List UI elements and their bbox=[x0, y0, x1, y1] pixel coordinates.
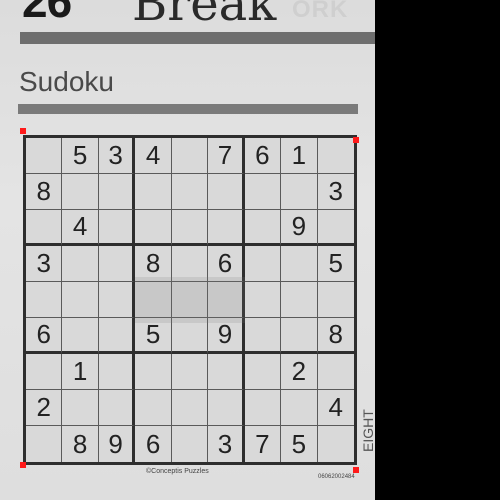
sudoku-cell: 6 bbox=[208, 246, 245, 282]
sudoku-cell bbox=[171, 354, 209, 390]
sudoku-cell: 6 bbox=[135, 426, 172, 462]
sudoku-cell bbox=[244, 210, 282, 246]
sudoku-cell bbox=[208, 390, 245, 426]
sudoku-cell bbox=[98, 354, 136, 390]
sudoku-cell bbox=[135, 210, 172, 246]
sudoku-cell: 8 bbox=[26, 174, 63, 210]
sudoku-cell bbox=[244, 282, 282, 318]
sudoku-cell: 9 bbox=[99, 426, 136, 462]
sudoku-cell: 5 bbox=[62, 138, 99, 174]
sudoku-cell bbox=[135, 354, 172, 390]
sudoku-cell bbox=[244, 246, 282, 282]
sudoku-cell: 5 bbox=[281, 426, 318, 462]
sudoku-cell: 5 bbox=[317, 246, 354, 282]
sudoku-cell: 8 bbox=[135, 246, 172, 282]
sudoku-cell: 8 bbox=[317, 318, 354, 354]
sudoku-cell bbox=[98, 210, 136, 246]
sudoku-cell: 6 bbox=[26, 318, 63, 354]
sudoku-cell bbox=[244, 390, 282, 426]
sudoku-cell bbox=[208, 174, 245, 210]
sudoku-cell bbox=[98, 246, 136, 282]
sudoku-cell bbox=[281, 282, 318, 318]
sudoku-cell: 4 bbox=[317, 390, 354, 426]
sudoku-cell: 4 bbox=[135, 138, 172, 174]
sudoku-cell bbox=[62, 174, 99, 210]
sudoku-cell: 3 bbox=[317, 174, 354, 210]
sudoku-cell: 2 bbox=[26, 390, 63, 426]
puzzle-credit: ©Conceptis Puzzles bbox=[146, 468, 209, 475]
section-header: Break bbox=[132, 0, 277, 32]
sudoku-cell bbox=[172, 426, 209, 462]
corner-marker-top-left bbox=[20, 128, 26, 134]
sudoku-grid: 5347618349386565981224896375 bbox=[23, 135, 357, 465]
sudoku-cell: 7 bbox=[245, 426, 282, 462]
puzzle-code: 06062002484 bbox=[318, 474, 355, 480]
sudoku-cell bbox=[26, 210, 63, 246]
sudoku-cell bbox=[171, 174, 209, 210]
sudoku-cell: 9 bbox=[281, 210, 318, 246]
sudoku-cell bbox=[98, 174, 136, 210]
header-bar bbox=[20, 32, 375, 44]
sudoku-cell bbox=[171, 318, 209, 354]
sudoku-cell bbox=[26, 354, 63, 390]
sudoku-cell bbox=[244, 174, 282, 210]
sudoku-cell bbox=[317, 138, 354, 174]
sudoku-cell bbox=[171, 390, 209, 426]
sudoku-cell bbox=[62, 246, 99, 282]
sudoku-cell: 3 bbox=[208, 426, 245, 462]
sudoku-cell: 3 bbox=[26, 246, 63, 282]
sudoku-board: 5347618349386565981224896375 bbox=[23, 135, 357, 465]
sudoku-cell bbox=[98, 318, 136, 354]
puzzle-title: Sudoku bbox=[19, 66, 114, 97]
corner-marker-bottom-right bbox=[353, 467, 359, 473]
sudoku-cell bbox=[135, 390, 172, 426]
corner-marker-top-right bbox=[353, 137, 359, 143]
sudoku-cell bbox=[135, 174, 172, 210]
sudoku-cell bbox=[281, 390, 318, 426]
sudoku-cell bbox=[317, 210, 354, 246]
sudoku-cell bbox=[244, 318, 282, 354]
sudoku-cell: 1 bbox=[281, 138, 318, 174]
sudoku-cell bbox=[281, 174, 318, 210]
sudoku-cell bbox=[26, 426, 63, 462]
sudoku-cell bbox=[244, 354, 282, 390]
sudoku-cell bbox=[208, 354, 245, 390]
sudoku-cell bbox=[281, 318, 318, 354]
sudoku-cell bbox=[135, 282, 172, 318]
sudoku-cell bbox=[317, 354, 354, 390]
sudoku-cell: 7 bbox=[208, 138, 245, 174]
title-rule bbox=[18, 104, 358, 114]
sudoku-cell bbox=[26, 138, 63, 174]
sudoku-cell: 8 bbox=[62, 426, 99, 462]
sudoku-cell: 9 bbox=[208, 318, 245, 354]
sudoku-cell: 3 bbox=[98, 138, 136, 174]
sudoku-cell bbox=[317, 282, 354, 318]
newspaper-page: 26 Break ORK Sudoku 53476183493865659812… bbox=[0, 0, 375, 500]
sudoku-cell bbox=[208, 210, 245, 246]
sudoku-cell bbox=[281, 246, 318, 282]
sudoku-cell: 6 bbox=[244, 138, 282, 174]
sudoku-cell bbox=[98, 390, 136, 426]
sudoku-cell bbox=[171, 282, 209, 318]
sudoku-cell bbox=[62, 390, 99, 426]
sudoku-cell bbox=[171, 138, 209, 174]
sudoku-cell: 4 bbox=[62, 210, 99, 246]
sudoku-cell bbox=[62, 318, 99, 354]
sudoku-cell bbox=[98, 282, 136, 318]
sudoku-cell bbox=[318, 426, 354, 462]
sudoku-cell: 2 bbox=[281, 354, 318, 390]
sudoku-cell bbox=[26, 282, 63, 318]
header-ghost-text: ORK bbox=[292, 0, 349, 23]
sudoku-cell bbox=[208, 282, 245, 318]
sudoku-cell bbox=[62, 282, 99, 318]
side-caption: EIGHT bbox=[360, 409, 376, 452]
page-number: 26 bbox=[22, 0, 72, 27]
sudoku-cell bbox=[171, 246, 209, 282]
sudoku-cell bbox=[171, 210, 209, 246]
sudoku-cell: 5 bbox=[135, 318, 172, 354]
sudoku-cell: 1 bbox=[62, 354, 99, 390]
corner-marker-bottom-left bbox=[20, 462, 26, 468]
